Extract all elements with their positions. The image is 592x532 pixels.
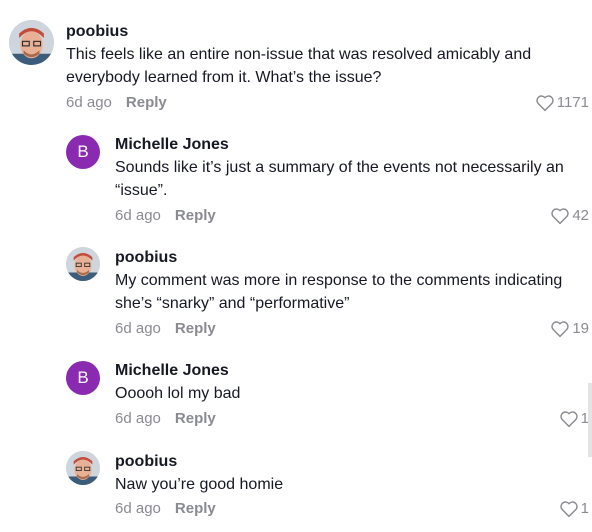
comment-timestamp: 6d ago (115, 500, 161, 517)
comment-text: My comment was more in response to the c… (115, 272, 563, 312)
reply-button[interactable]: Reply (126, 94, 167, 111)
like-button[interactable]: 1 (559, 409, 589, 429)
like-count: 42 (572, 207, 589, 224)
user-photo-icon (66, 247, 100, 281)
comment-text: Ooooh lol my bad (115, 385, 241, 402)
like-count: 1 (580, 500, 589, 517)
comment-timestamp: 6d ago (115, 320, 161, 337)
comment-username[interactable]: poobius (115, 452, 177, 472)
like-button[interactable]: 42 (550, 206, 589, 226)
avatar-letter: B (77, 368, 89, 387)
comment-text: This feels like an entire non-issue that… (66, 46, 532, 86)
comment-username[interactable]: Michelle Jones (115, 361, 229, 381)
user-photo-icon (9, 20, 54, 65)
heart-outline-icon (551, 208, 570, 225)
comment-meta: 6d ago Reply (66, 93, 167, 113)
avatar[interactable]: B (66, 135, 100, 169)
avatar-letter: B (77, 142, 89, 161)
comment-meta: 6d ago Reply (115, 319, 216, 339)
avatar[interactable]: B (66, 361, 100, 395)
like-button[interactable]: 19 (550, 319, 589, 339)
heart-outline-icon (559, 411, 578, 428)
comment-timestamp: 6d ago (115, 207, 161, 224)
heart-outline-icon (551, 321, 570, 338)
comment-meta: 6d ago Reply (115, 409, 216, 429)
comment-text: Naw you’re good homie (115, 476, 284, 493)
comment-username[interactable]: Michelle Jones (115, 135, 229, 155)
like-button[interactable]: 1171 (535, 93, 589, 113)
comment-text: Sounds like it’s just a summary of the e… (115, 159, 564, 199)
user-photo-icon (66, 451, 100, 485)
comment-username[interactable]: poobius (115, 248, 177, 268)
avatar[interactable] (66, 247, 100, 281)
like-button[interactable]: 1 (559, 499, 589, 519)
like-count: 19 (572, 320, 589, 337)
scrollbar[interactable] (588, 383, 592, 457)
comment-meta: 6d ago Reply (115, 206, 216, 226)
reply-button[interactable]: Reply (175, 207, 216, 224)
avatar[interactable] (66, 451, 100, 485)
reply-button[interactable]: Reply (175, 410, 216, 427)
like-count: 1171 (556, 94, 589, 111)
reply-button[interactable]: Reply (175, 500, 216, 517)
heart-outline-icon (536, 95, 554, 112)
comment-meta: 6d ago Reply (115, 499, 216, 519)
comment-username[interactable]: poobius (66, 22, 128, 42)
comment-timestamp: 6d ago (115, 410, 161, 427)
avatar[interactable] (9, 20, 54, 65)
comment-timestamp: 6d ago (66, 94, 112, 111)
heart-outline-icon (559, 501, 578, 518)
reply-button[interactable]: Reply (175, 320, 216, 337)
